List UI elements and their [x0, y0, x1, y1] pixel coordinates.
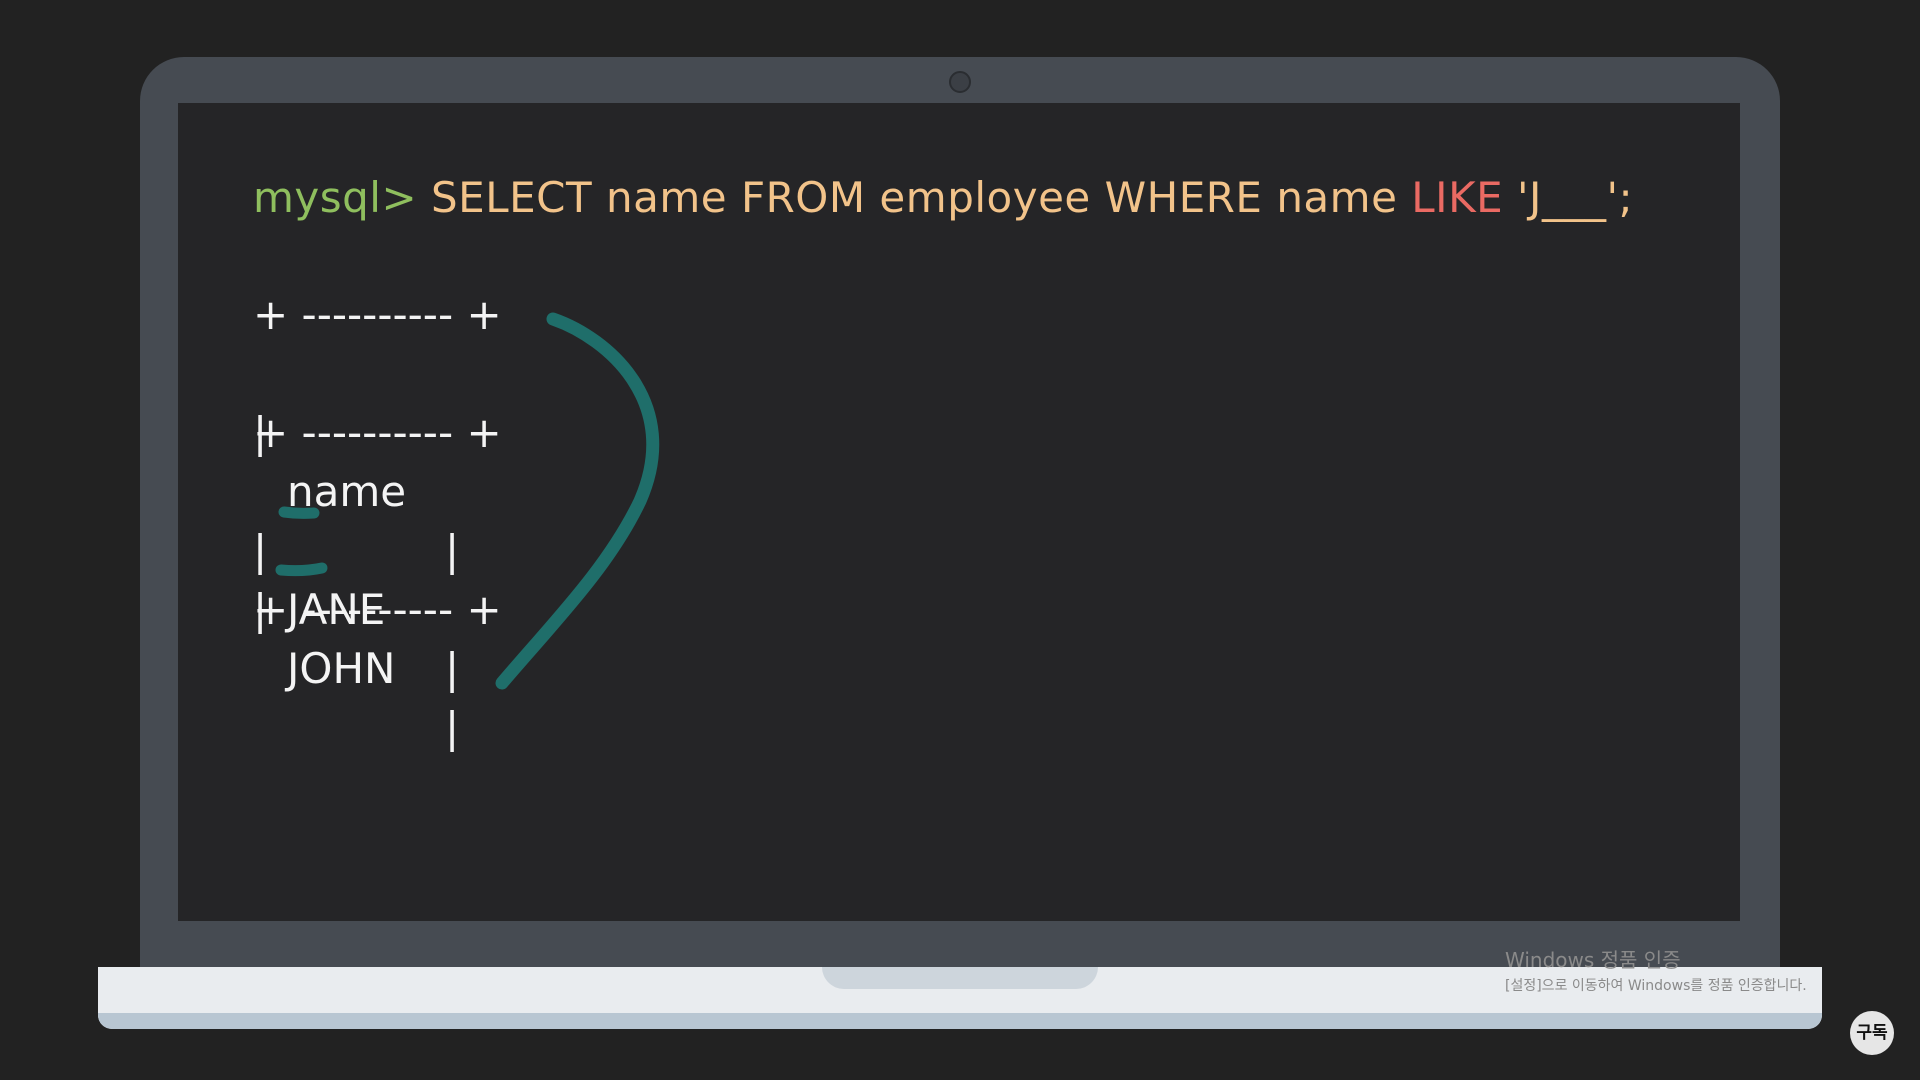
windows-activation-watermark: Windows 정품 인증 [설정]으로 이동하여 Windows를 정품 인증…	[1505, 944, 1807, 995]
subscribe-badge[interactable]: 구독	[1850, 1011, 1894, 1055]
terminal-screen: mysql> SELECT name FROM employee WHERE n…	[178, 103, 1740, 921]
table-row: | JOHN |	[253, 521, 502, 752]
mysql-prompt: mysql>	[253, 173, 418, 222]
table-row: | JANE |	[253, 462, 502, 693]
table-pipe: |	[445, 644, 460, 693]
result-table: + ---------- + | name | + ---------- + |…	[253, 285, 502, 752]
table-border-bottom: + ---------- +	[253, 585, 502, 634]
row-value: JOHN	[287, 644, 396, 693]
table-header-row: | name |	[253, 344, 502, 575]
laptop-bezel: mysql> SELECT name FROM employee WHERE n…	[140, 57, 1780, 977]
like-pattern: 'J___';	[1503, 173, 1634, 222]
like-keyword: LIKE	[1411, 173, 1504, 222]
camera-icon	[949, 71, 971, 93]
laptop-base-edge	[98, 1013, 1822, 1029]
table-border-top: + ---------- +	[253, 290, 502, 339]
sql-command-line: mysql> SELECT name FROM employee WHERE n…	[253, 173, 1633, 222]
table-pipe: |	[445, 703, 460, 752]
bracket-stroke	[495, 312, 660, 690]
query-text: SELECT name FROM employee WHERE name	[417, 173, 1412, 222]
table-border-mid: + ---------- +	[253, 408, 502, 457]
laptop-hinge	[822, 967, 1098, 989]
watermark-title: Windows 정품 인증	[1505, 948, 1681, 972]
watermark-subtitle: [설정]으로 이동하여 Windows를 정품 인증합니다.	[1505, 978, 1807, 994]
